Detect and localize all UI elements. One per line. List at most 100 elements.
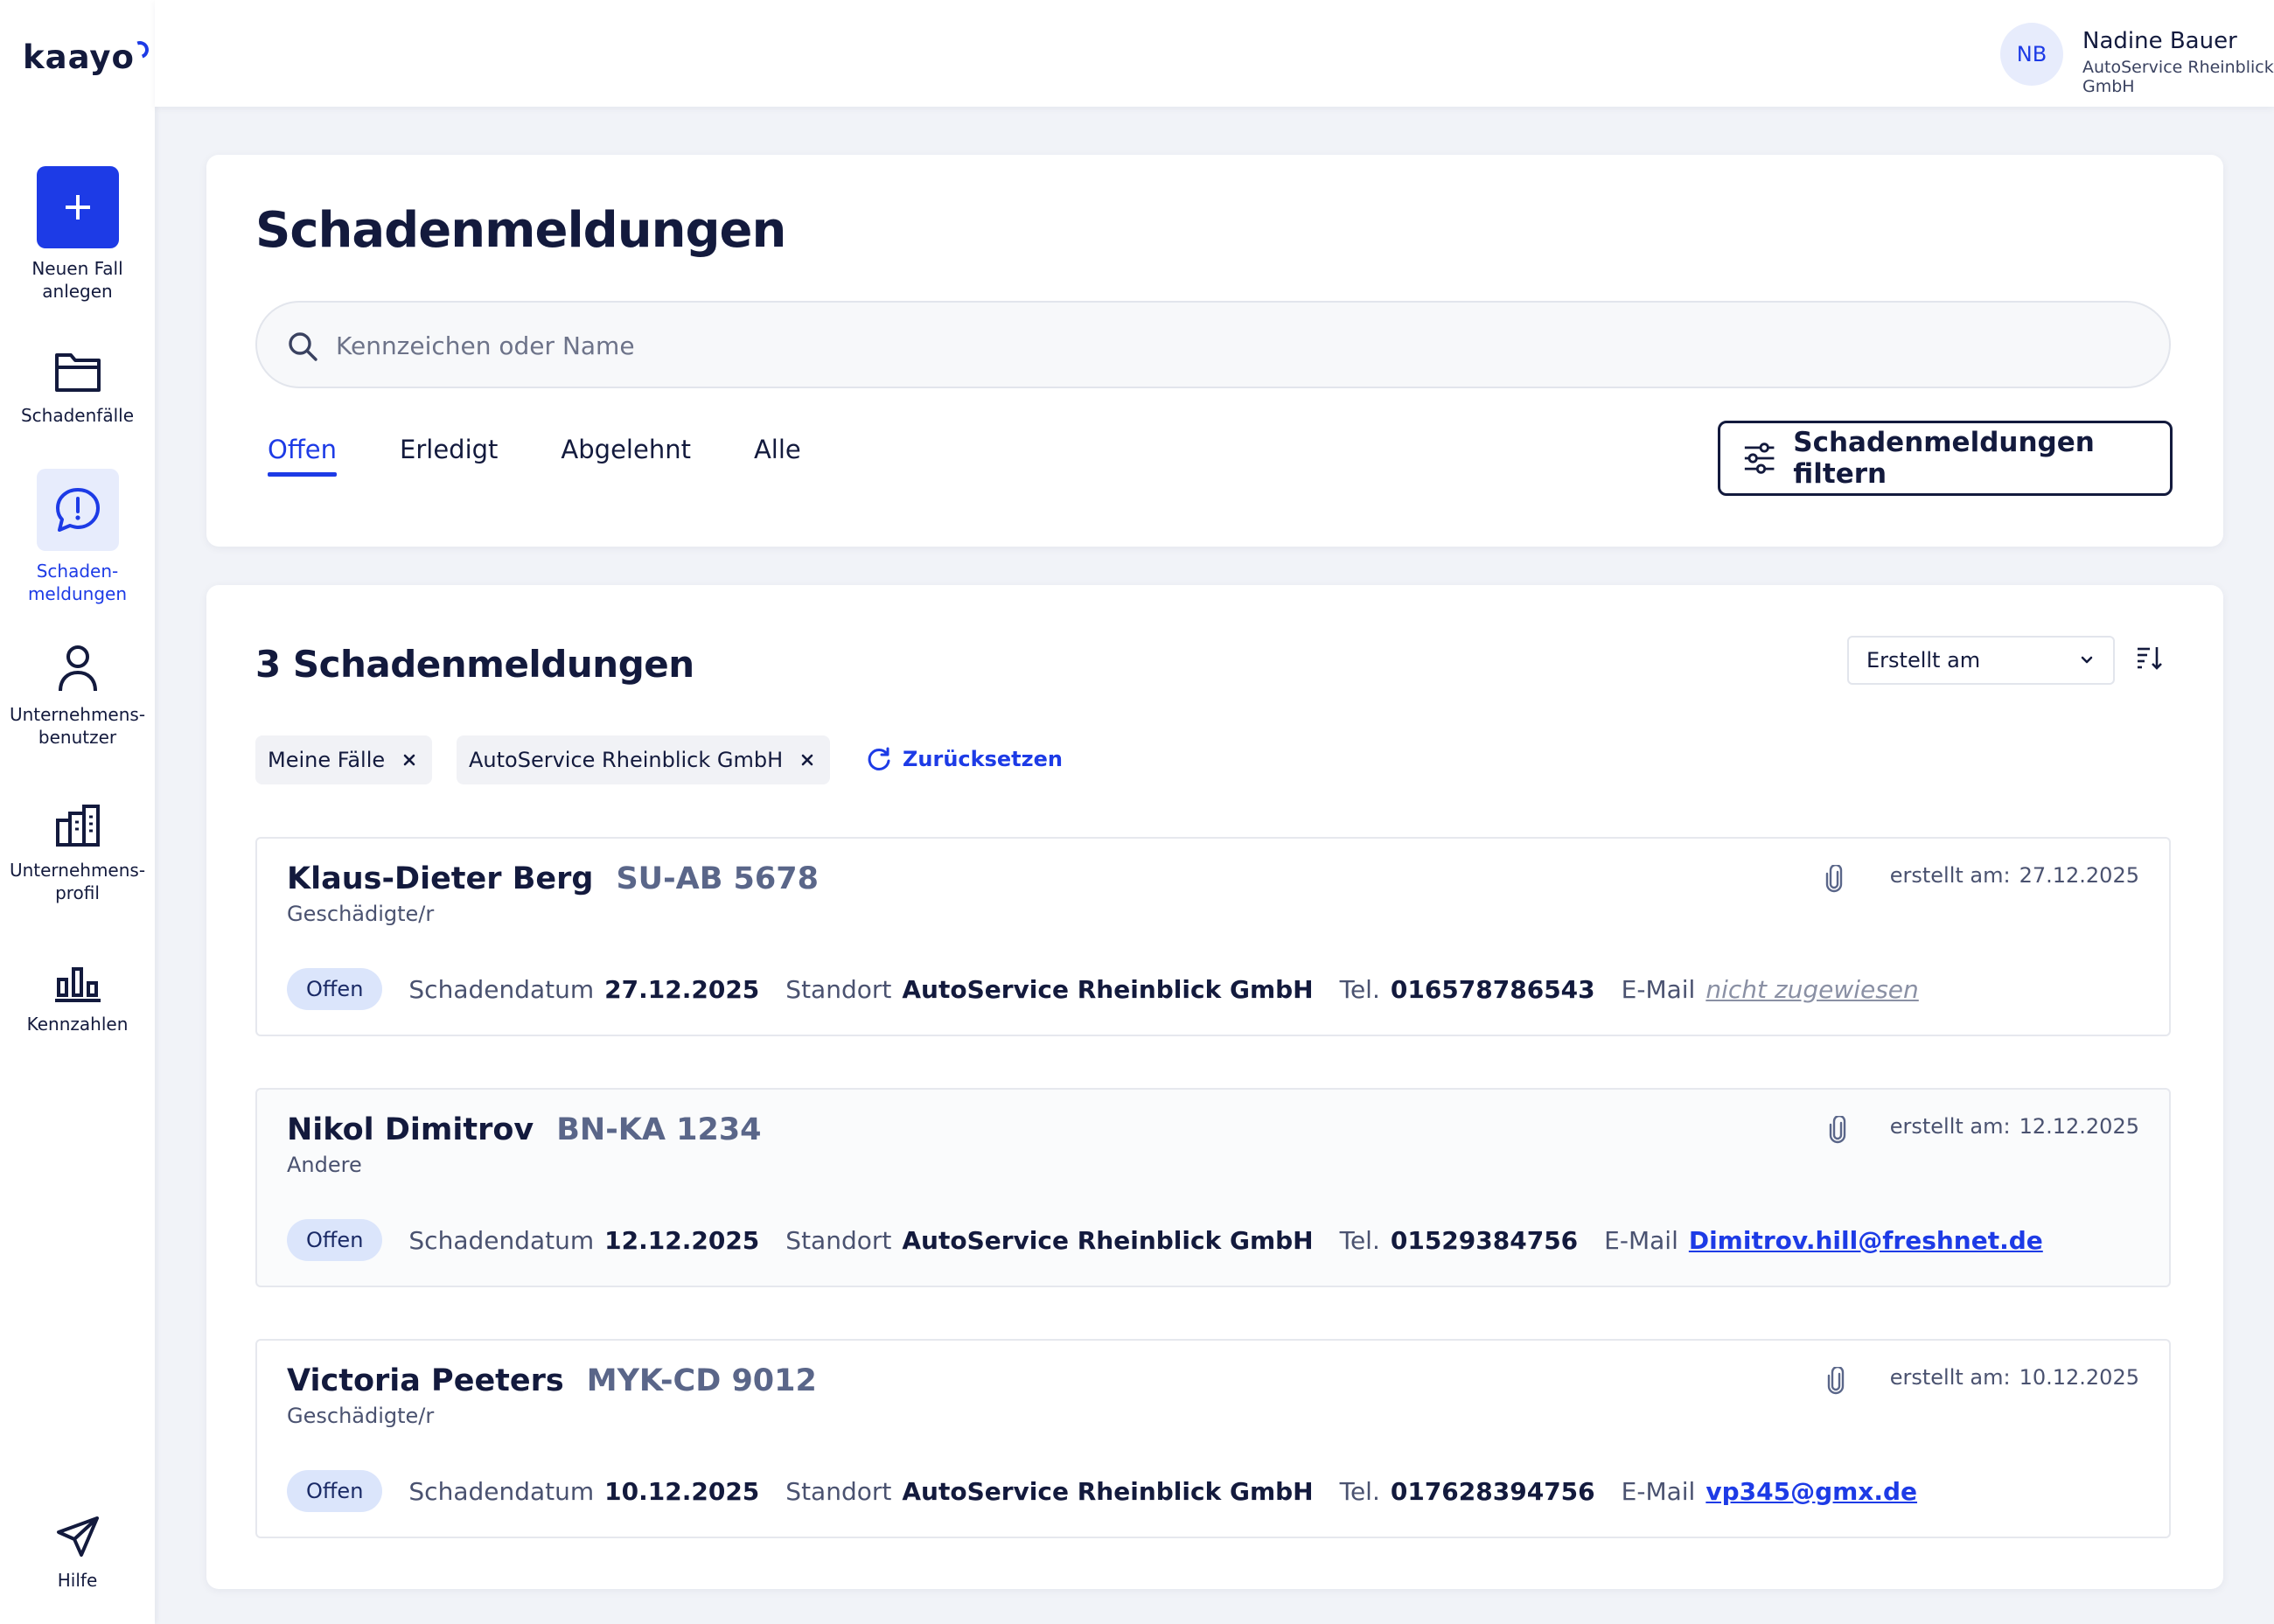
filter-button[interactable]: Schadenmeldungen filtern	[1718, 421, 2173, 496]
claim-person-name: Victoria Peeters	[287, 1363, 564, 1398]
sidebar-item-unternehmensprofil[interactable]: Unternehmens-profil	[0, 805, 155, 904]
paperclip-icon[interactable]	[1828, 1116, 1847, 1144]
claim-role: Andere	[287, 1153, 362, 1177]
tab-abgelehnt[interactable]: Abgelehnt	[561, 435, 691, 477]
claim-created: erstellt am: 12.12.2025	[1890, 1114, 2139, 1139]
page-title: Schadenmeldungen	[255, 202, 786, 259]
email-link[interactable]: Dimitrov.hill@freshnet.de	[1689, 1226, 2043, 1255]
claim-name-row: Victoria Peeters MYK-CD 9012	[287, 1363, 817, 1398]
location-value: AutoService Rheinblick GmbH	[902, 1225, 1314, 1255]
claim-role: Geschädigte/r	[287, 902, 435, 926]
sidebar-item-label: Hilfe	[57, 1570, 98, 1591]
sliders-icon	[1744, 443, 1775, 474]
phone-value: 01529384756	[1390, 1225, 1579, 1255]
claim-name-row: Nikol Dimitrov BN-KA 1234	[287, 1112, 762, 1147]
user-name: Nadine Bauer	[2082, 28, 2237, 54]
logo-text: kaayo	[23, 38, 135, 76]
status-badge: Offen	[287, 1470, 383, 1512]
damage-date-label: Schadendatum	[408, 1476, 595, 1506]
claim-plate: BN-KA 1234	[556, 1112, 762, 1147]
bar-chart-icon	[54, 967, 101, 1002]
sidebar-item-label: Kennzahlen	[26, 1014, 129, 1035]
search-bar	[255, 301, 2171, 388]
created-label: erstellt am:	[1889, 1114, 2011, 1139]
header-card: Schadenmeldungen Offen Erledigt Abgelehn…	[206, 155, 2223, 547]
claim-plate: SU-AB 5678	[616, 861, 819, 896]
sidebar: kaayo Neuen Fall anlegen Schadenfälle Sc…	[0, 0, 155, 1624]
claim-person-name: Nikol Dimitrov	[287, 1112, 534, 1147]
list-title: 3 Schadenmeldungen	[255, 643, 694, 686]
claims-list-card: 3 Schadenmeldungen Erstellt am Meine Fäl…	[206, 585, 2223, 1589]
sort-select[interactable]: Erstellt am	[1847, 636, 2115, 685]
new-case-button[interactable]: Neuen Fall anlegen	[0, 166, 155, 303]
damage-date-value: 27.12.2025	[604, 974, 760, 1004]
sort-select-value: Erstellt am	[1866, 648, 1981, 673]
close-icon[interactable]	[800, 753, 814, 767]
sidebar-item-unternehmensbenutzer[interactable]: Unternehmens-benutzer	[0, 644, 155, 749]
tab-alle[interactable]: Alle	[754, 435, 801, 477]
claim-row[interactable]: Klaus-Dieter Berg SU-AB 5678 Geschädigte/…	[255, 837, 2171, 1036]
avatar[interactable]: NB	[2000, 23, 2063, 86]
created-date: 12.12.2025	[2019, 1114, 2139, 1139]
filter-chip: Meine Fälle	[255, 735, 433, 784]
building-icon	[55, 805, 100, 847]
claim-meta: Offen Schadendatum 10.12.2025 Standort A…	[287, 1470, 1917, 1512]
reset-label: Zurücksetzen	[903, 747, 1063, 771]
claim-meta: Offen Schadendatum 27.12.2025 Standort A…	[287, 968, 1919, 1010]
sidebar-item-label: Unternehmens-benutzer	[9, 704, 146, 748]
location-label: Standort	[785, 1225, 892, 1255]
tab-erledigt[interactable]: Erledigt	[400, 435, 498, 477]
reset-filters-button[interactable]: Zurücksetzen	[866, 746, 1063, 772]
sidebar-item-schadenmeldungen[interactable]: Schaden-meldungen	[0, 469, 155, 605]
status-badge: Offen	[287, 968, 383, 1010]
claim-created: erstellt am: 27.12.2025	[1890, 863, 2139, 888]
sort-order-icon[interactable]	[2136, 645, 2162, 671]
location-value: AutoService Rheinblick GmbH	[902, 1476, 1314, 1506]
phone-value: 016578786543	[1390, 974, 1595, 1004]
claim-row[interactable]: Nikol Dimitrov BN-KA 1234 Andere erstellt…	[255, 1088, 2171, 1287]
location-label: Standort	[785, 974, 892, 1004]
filter-chip-label: AutoService Rheinblick GmbH	[469, 748, 784, 772]
filter-chip: AutoService Rheinblick GmbH	[457, 735, 831, 784]
close-icon[interactable]	[402, 753, 416, 767]
sidebar-item-kennzahlen[interactable]: Kennzahlen	[0, 965, 155, 1035]
send-icon	[56, 1516, 99, 1557]
logo[interactable]: kaayo	[23, 38, 152, 76]
created-label: erstellt am:	[1889, 863, 2011, 888]
claim-row[interactable]: Victoria Peeters MYK-CD 9012 Geschädigte/…	[255, 1339, 2171, 1538]
new-case-label: Neuen Fall anlegen	[31, 258, 123, 302]
claim-role: Geschädigte/r	[287, 1404, 435, 1428]
status-badge: Offen	[287, 1219, 383, 1261]
topbar: NB Nadine Bauer AutoService Rheinblick G…	[155, 0, 2274, 107]
created-date: 10.12.2025	[2019, 1365, 2139, 1390]
user-icon	[58, 645, 97, 692]
folder-icon	[54, 353, 101, 392]
tab-offen[interactable]: Offen	[268, 435, 338, 477]
sidebar-item-schadenfaelle[interactable]: Schadenfälle	[0, 348, 155, 427]
phone-label: Tel.	[1339, 1476, 1380, 1506]
created-label: erstellt am:	[1889, 1365, 2011, 1390]
damage-date-value: 12.12.2025	[604, 1225, 760, 1255]
damage-date-label: Schadendatum	[408, 1225, 595, 1255]
sidebar-item-label: Unternehmens-profil	[9, 860, 146, 903]
claim-name-row: Klaus-Dieter Berg SU-AB 5678	[287, 861, 819, 896]
claim-created: erstellt am: 10.12.2025	[1890, 1365, 2139, 1390]
location-label: Standort	[785, 1476, 892, 1506]
email-link[interactable]: vp345@gmx.de	[1706, 1477, 1917, 1506]
chevron-down-icon	[2081, 656, 2093, 664]
active-item-highlight	[36, 469, 119, 551]
user-company: AutoService Rheinblick GmbH	[2082, 58, 2274, 96]
search-input[interactable]	[336, 322, 2129, 369]
phone-label: Tel.	[1339, 974, 1380, 1004]
search-icon	[289, 332, 317, 361]
paperclip-icon[interactable]	[1826, 1367, 1845, 1395]
paperclip-icon[interactable]	[1824, 865, 1844, 893]
sidebar-item-hilfe[interactable]: Hilfe	[0, 1515, 155, 1592]
claim-person-name: Klaus-Dieter Berg	[287, 861, 594, 896]
alert-bubble-icon	[55, 488, 100, 532]
sidebar-item-label: Schaden-meldungen	[27, 561, 128, 604]
email-label: E-Mail	[1604, 1225, 1678, 1255]
email-label: E-Mail	[1621, 974, 1696, 1004]
claim-meta: Offen Schadendatum 12.12.2025 Standort A…	[287, 1219, 2043, 1261]
claim-plate: MYK-CD 9012	[586, 1363, 817, 1398]
